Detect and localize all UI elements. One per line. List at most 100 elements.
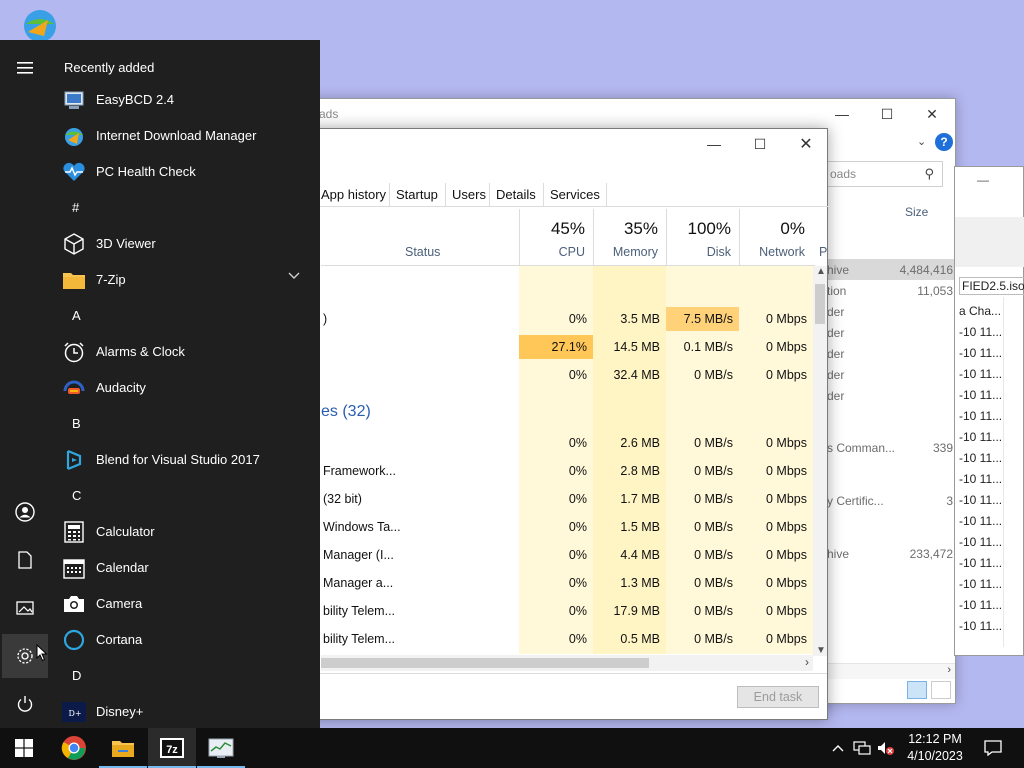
horizontal-scrollbar[interactable]: › xyxy=(321,655,813,671)
maximize-button[interactable]: ☐ xyxy=(864,99,910,129)
tab-startup[interactable]: Startup xyxy=(389,183,444,207)
cpu-column-header[interactable]: 45% CPU xyxy=(519,209,593,265)
start-app-item[interactable]: Camera xyxy=(56,586,312,622)
tab-details[interactable]: Details xyxy=(489,183,542,207)
process-name[interactable]: (32 bit) xyxy=(323,492,362,506)
size-column-header[interactable]: Size xyxy=(905,205,928,219)
file-name-header[interactable]: FIED2.5.iso xyxy=(959,277,1024,295)
file-row[interactable]: hive 4,484,416 xyxy=(825,259,955,280)
background-processes-group[interactable]: es (32) xyxy=(321,403,371,421)
start-app-item[interactable]: Audacity xyxy=(56,370,312,406)
chevron-down-icon[interactable]: ⌄ xyxy=(917,135,926,148)
start-app-item[interactable]: 3D Viewer xyxy=(56,226,312,262)
details-view-icon[interactable] xyxy=(907,681,927,699)
file-row[interactable]: hive 233,472 xyxy=(825,543,955,564)
volume-muted-icon[interactable] xyxy=(874,728,896,768)
large-icons-view-icon[interactable] xyxy=(931,681,951,699)
task-manager-window[interactable]: — ☐ ✕ App history Startup Users Details … xyxy=(270,128,829,720)
process-name[interactable]: Manager a... xyxy=(323,576,393,590)
file-row[interactable]: der xyxy=(825,343,955,364)
power-column-header[interactable]: P xyxy=(819,245,827,259)
section-letter[interactable]: C xyxy=(72,488,81,503)
7zip-taskbar-icon[interactable]: 7z xyxy=(148,728,196,768)
process-name[interactable]: bility Telem... xyxy=(323,604,395,618)
start-app-item[interactable]: Calendar xyxy=(56,550,312,586)
chevron-down-icon[interactable] xyxy=(288,271,300,283)
memory-column-header[interactable]: 35% Memory xyxy=(593,209,666,265)
process-name[interactable]: bility Telem... xyxy=(323,632,395,646)
section-letter[interactable]: # xyxy=(72,200,79,215)
process-name[interactable]: Manager (I... xyxy=(323,548,394,562)
start-app-item[interactable]: Cortana xyxy=(56,622,312,658)
chrome-taskbar-icon[interactable] xyxy=(50,728,98,768)
pictures-icon[interactable] xyxy=(2,586,48,630)
file-row[interactable]: s Comman... 339 xyxy=(825,437,955,458)
file-row[interactable]: der xyxy=(825,301,955,322)
file-row[interactable]: -10 11... xyxy=(959,451,1002,465)
file-row[interactable]: -10 11... xyxy=(959,367,1002,381)
idm-desktop-icon[interactable] xyxy=(14,6,64,42)
file-row[interactable]: -10 11... xyxy=(959,535,1002,549)
section-letter[interactable]: B xyxy=(72,416,81,431)
tab-services[interactable]: Services xyxy=(543,183,607,207)
scrollbar-thumb[interactable] xyxy=(321,658,649,668)
process-name[interactable]: Framework... xyxy=(323,464,396,478)
file-row[interactable]: -10 11... xyxy=(959,388,1002,402)
user-account-icon[interactable] xyxy=(2,490,48,534)
file-row[interactable]: tion 11,053 xyxy=(825,280,955,301)
tab-users[interactable]: Users xyxy=(445,183,492,207)
file-row[interactable]: y Certific... 3 xyxy=(825,490,955,511)
file-row[interactable]: der xyxy=(825,364,955,385)
file-row[interactable]: -10 11... xyxy=(959,346,1002,360)
clock[interactable]: 12:12 PM 4/10/2023 xyxy=(894,731,976,765)
vertical-scrollbar[interactable]: ▲ ▼ xyxy=(813,266,827,656)
scrollbar-thumb[interactable] xyxy=(815,284,825,324)
help-icon[interactable]: ? xyxy=(935,133,953,151)
file-row[interactable]: -10 11... xyxy=(959,409,1002,423)
process-name[interactable]: ) xyxy=(323,312,327,326)
power-icon[interactable] xyxy=(2,682,48,726)
network-column-header[interactable]: 0% Network xyxy=(739,209,813,265)
close-button[interactable]: ✕ xyxy=(783,129,829,159)
network-icon[interactable] xyxy=(850,728,874,768)
close-button[interactable]: ✕ xyxy=(909,99,955,129)
start-app-item[interactable]: EasyBCD 2.4 xyxy=(56,82,312,118)
start-menu[interactable]: Recently added EasyBCD 2.4 Internet Downl… xyxy=(0,40,320,728)
file-row[interactable]: -10 11... xyxy=(959,619,1002,633)
disk-column-header[interactable]: 100% Disk xyxy=(666,209,739,265)
file-row[interactable]: -10 11... xyxy=(959,598,1002,612)
start-app-item[interactable]: Alarms & Clock xyxy=(56,334,312,370)
show-hidden-icons-chevron-icon[interactable] xyxy=(828,728,848,768)
end-task-button[interactable]: End task xyxy=(737,686,819,708)
notifications-icon[interactable] xyxy=(978,728,1008,768)
section-letter[interactable]: A xyxy=(72,308,81,323)
file-row[interactable]: -10 11... xyxy=(959,472,1002,486)
minimize-button[interactable]: — xyxy=(691,129,737,159)
file-row[interactable]: -10 11... xyxy=(959,577,1002,591)
process-name[interactable]: Windows Ta... xyxy=(323,520,401,534)
horizontal-scrollbar[interactable]: › xyxy=(825,663,955,679)
start-button[interactable] xyxy=(0,728,48,768)
hamburger-menu-icon[interactable] xyxy=(2,46,48,90)
start-app-item[interactable]: D+ Disney+ xyxy=(56,694,312,730)
file-row[interactable]: -10 11... xyxy=(959,556,1002,570)
settings-gear-icon[interactable] xyxy=(2,634,48,678)
start-app-item[interactable]: PC Health Check xyxy=(56,154,312,190)
documents-icon[interactable] xyxy=(2,538,48,582)
file-row[interactable]: -10 11... xyxy=(959,493,1002,507)
background-window[interactable]: — FIED2.5.iso a Cha... -10 11... -10 11...… xyxy=(954,166,1024,656)
file-explorer-taskbar-icon[interactable] xyxy=(99,728,147,768)
start-app-item[interactable]: Calculator xyxy=(56,514,312,550)
status-column-header[interactable]: Status xyxy=(405,245,440,259)
task-manager-taskbar-icon[interactable] xyxy=(197,728,245,768)
start-app-item[interactable]: Internet Download Manager xyxy=(56,118,312,154)
file-row[interactable]: der xyxy=(825,385,955,406)
file-row[interactable]: -10 11... xyxy=(959,325,1002,339)
file-row[interactable]: a Cha... xyxy=(959,304,1001,318)
tab-app-history[interactable]: App history xyxy=(315,183,392,207)
section-letter[interactable]: D xyxy=(72,668,81,683)
search-input[interactable]: oads ⚲ xyxy=(821,161,943,187)
file-row[interactable]: der xyxy=(825,322,955,343)
maximize-button[interactable]: ☐ xyxy=(737,129,783,159)
file-row[interactable]: -10 11... xyxy=(959,430,1002,444)
